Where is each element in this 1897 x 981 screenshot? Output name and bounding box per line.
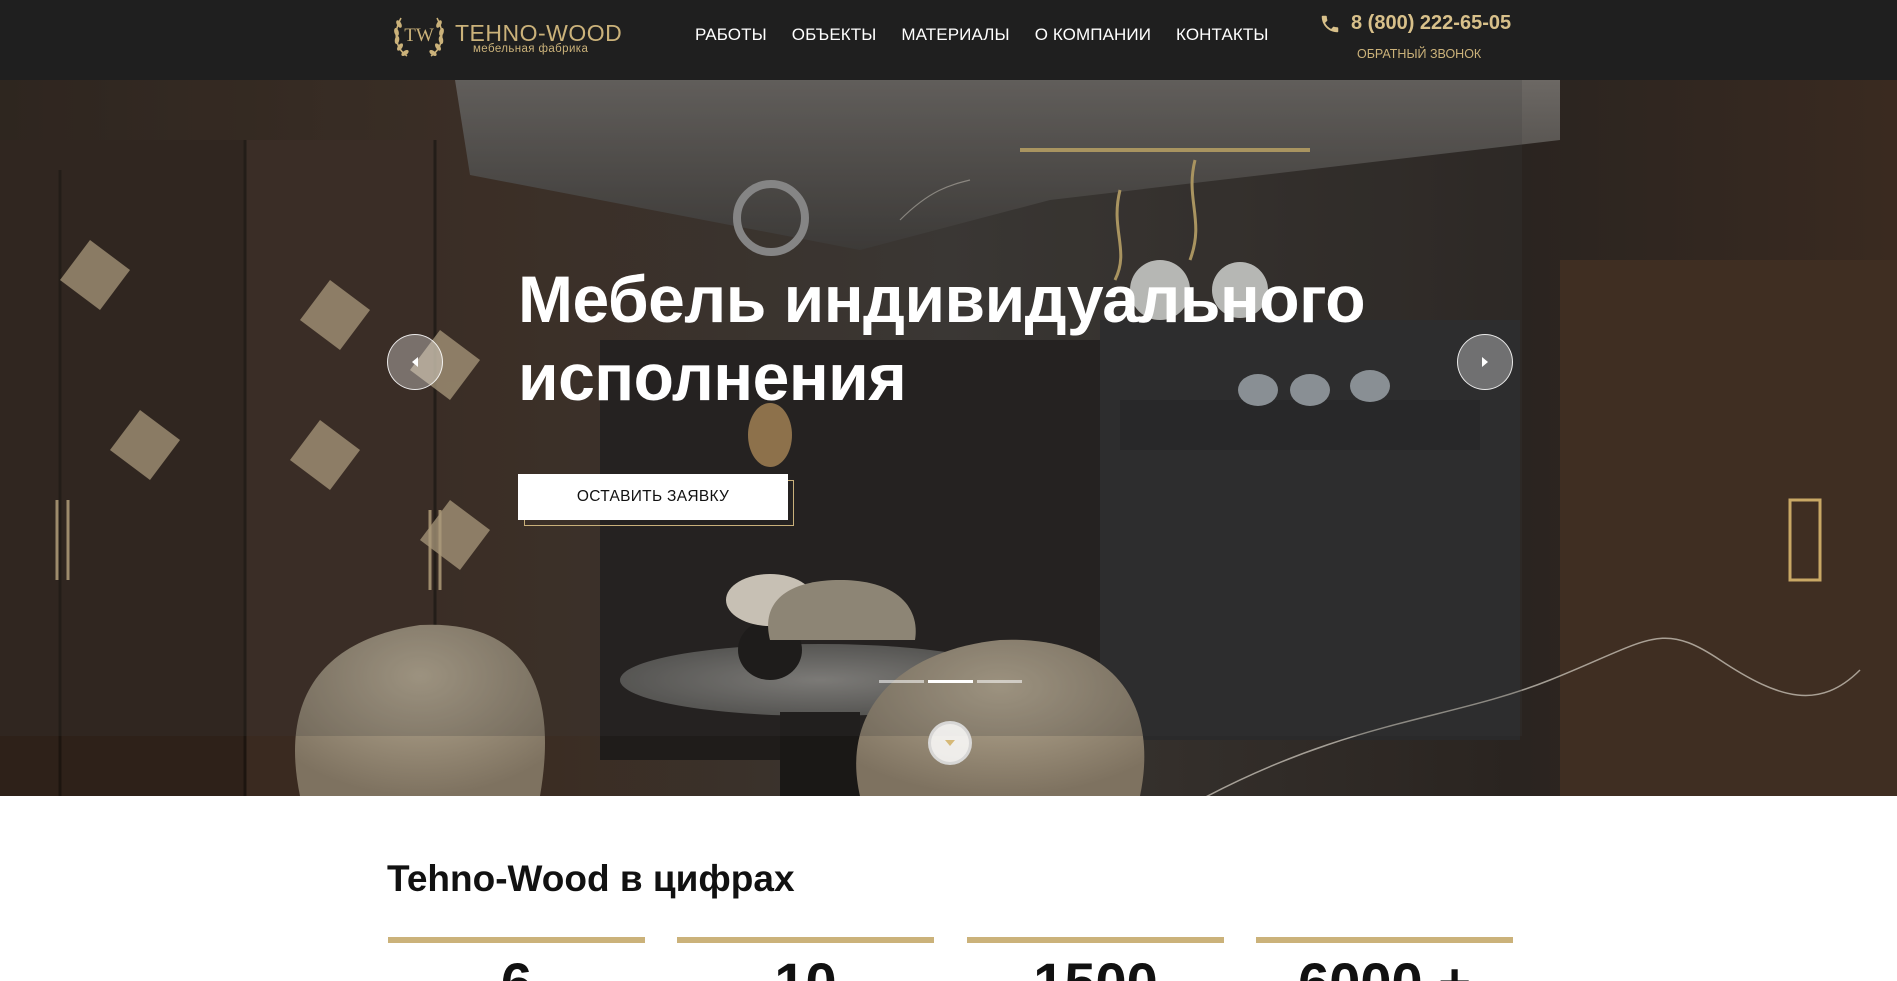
stats-section: 6 10 1500 6000 + xyxy=(388,937,1514,981)
cta-wrapper: ОСТАВИТЬ ЗАЯВКУ xyxy=(518,474,794,526)
stat-value: 1500 xyxy=(967,953,1224,981)
main-nav: РАБОТЫ ОБЪЕКТЫ МАТЕРИАЛЫ О КОМПАНИИ КОНТ… xyxy=(695,25,1294,47)
nav-item-about[interactable]: О КОМПАНИИ xyxy=(1035,25,1151,47)
callback-link[interactable]: ОБРАТНЫЙ ЗВОНОК xyxy=(1357,47,1481,61)
request-button[interactable]: ОСТАВИТЬ ЗАЯВКУ xyxy=(518,474,788,520)
arrow-right-icon xyxy=(1482,357,1488,367)
laurel-wreath-icon: TW xyxy=(394,17,444,57)
hero-slider: Мебель индивидуального исполнения ОСТАВИ… xyxy=(0,80,1897,796)
slider-dot-3[interactable] xyxy=(977,680,1022,683)
stat-item: 10 xyxy=(677,937,934,981)
hero-title-line-1: Мебель индивидуального xyxy=(518,262,1366,336)
logo-tagline: мебельная фабрика xyxy=(473,43,589,55)
nav-item-works[interactable]: РАБОТЫ xyxy=(695,25,767,47)
stat-item: 1500 xyxy=(967,937,1224,981)
hero-title-line-2: исполнения xyxy=(518,340,907,414)
arrow-left-icon xyxy=(412,357,418,367)
stat-item: 6 xyxy=(388,937,645,981)
nav-item-materials[interactable]: МАТЕРИАЛЫ xyxy=(901,25,1009,47)
stat-value: 6 xyxy=(388,953,645,981)
chevron-down-icon xyxy=(945,740,955,746)
scroll-down-button[interactable] xyxy=(928,721,972,765)
stat-accent-bar xyxy=(677,937,934,943)
slider-dot-1[interactable] xyxy=(879,680,924,683)
slider-dot-2[interactable] xyxy=(928,680,973,683)
slider-prev-button[interactable] xyxy=(387,334,443,390)
logo-monogram: TW xyxy=(404,25,434,46)
phone-icon xyxy=(1321,15,1339,33)
stat-accent-bar xyxy=(1256,937,1513,943)
stat-accent-bar xyxy=(388,937,645,943)
nav-item-objects[interactable]: ОБЪЕКТЫ xyxy=(792,25,877,47)
stat-item: 6000 + xyxy=(1256,937,1513,981)
stats-title: Tehno-Wood в цифрах xyxy=(387,858,795,899)
hero-title: Мебель индивидуального исполнения xyxy=(518,260,1418,416)
stat-accent-bar xyxy=(967,937,1224,943)
slider-next-button[interactable] xyxy=(1457,334,1513,390)
stat-value: 6000 + xyxy=(1256,953,1513,981)
contact-block: 8 (800) 222-65-05 ОБРАТНЫЙ ЗВОНОК xyxy=(1319,10,1515,66)
stat-value: 10 xyxy=(677,953,934,981)
logo[interactable]: TW TEHNO-WOOD мебельная фабрика xyxy=(389,8,622,64)
phone-number[interactable]: 8 (800) 222-65-05 xyxy=(1351,12,1511,35)
nav-item-contacts[interactable]: КОНТАКТЫ xyxy=(1176,25,1269,47)
slider-pagination xyxy=(879,680,1022,683)
site-header: TW TEHNO-WOOD мебельная фабрика РАБОТЫ О… xyxy=(0,0,1897,80)
